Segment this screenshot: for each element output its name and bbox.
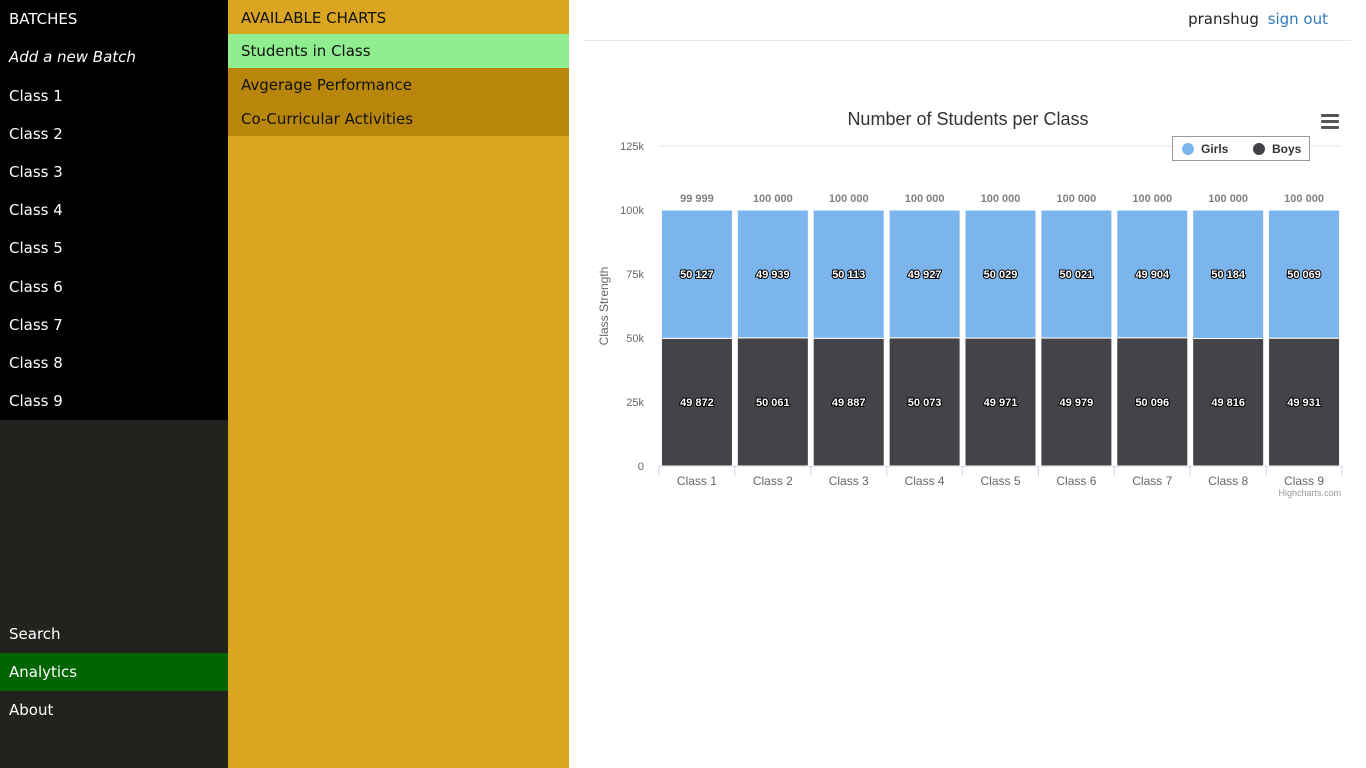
sidebar-item-class-5[interactable]: Class 5 (0, 229, 228, 267)
x-tick-label: Class 8 (1208, 474, 1248, 488)
legend-marker-girls (1182, 143, 1194, 155)
stack-total-4: 100 000 (905, 193, 945, 205)
chart-option-0[interactable]: Students in Class (228, 34, 569, 68)
y-tick-label: 0 (638, 461, 644, 473)
y-tick-label: 75k (626, 269, 644, 281)
stack-total-9: 100 000 (1284, 193, 1324, 205)
data-label-boys-7: 50 096 (1135, 397, 1169, 409)
data-label-boys-5: 49 971 (984, 397, 1018, 409)
sidebar-item-about[interactable]: About (0, 691, 228, 729)
data-label-boys-1: 49 872 (680, 397, 714, 409)
sidebar-item-class-3[interactable]: Class 3 (0, 153, 228, 191)
data-label-girls-1: 50 127 (680, 269, 714, 281)
data-label-girls-2: 49 939 (756, 269, 790, 281)
chart-menu-header: AVAILABLE CHARTS (241, 9, 387, 27)
x-tick-label: Class 1 (677, 474, 717, 488)
y-tick-label: 125k (620, 141, 644, 153)
data-label-boys-4: 50 073 (908, 397, 942, 409)
sidebar: BATCHES Add a new Batch Class 1 Class 2 Clas… (0, 0, 228, 768)
chart-menu: AVAILABLE CHARTS Students in Class Avgera… (228, 0, 569, 768)
sidebar-item-class-6[interactable]: Class 6 (0, 268, 228, 306)
add-batch-link[interactable]: Add a new Batch (0, 38, 228, 76)
data-label-girls-5: 50 029 (984, 269, 1018, 281)
y-axis-label: Class Strength (597, 267, 611, 346)
data-label-girls-6: 50 021 (1060, 269, 1094, 281)
batches-panel: BATCHES Add a new Batch Class 1 Class 2 Clas… (0, 0, 228, 420)
highcharts-credits: Highcharts.com (1278, 488, 1341, 498)
sidebar-item-search[interactable]: Search (0, 615, 228, 653)
x-tick-label: Class 5 (980, 474, 1020, 488)
y-tick-label: 25k (626, 397, 644, 409)
sidebar-item-class-7[interactable]: Class 7 (0, 306, 228, 344)
chart-option-1[interactable]: Avgerage Performance (228, 68, 569, 102)
legend-item-girls: Girls (1201, 142, 1229, 156)
sidebar-item-class-1[interactable]: Class 1 (0, 77, 228, 115)
data-label-girls-8: 50 184 (1211, 269, 1246, 281)
data-label-boys-3: 49 887 (832, 397, 866, 409)
y-tick-label: 100k (620, 205, 644, 217)
x-tick-label: Class 6 (1056, 474, 1096, 488)
stack-total-8: 100 000 (1208, 193, 1248, 205)
stack-total-3: 100 000 (829, 193, 869, 205)
students-per-class-chart: Number of Students per Class 0 25k 50k 75k 10… (597, 109, 1343, 498)
stack-total-6: 100 000 (1057, 193, 1097, 205)
batches-header: BATCHES (9, 10, 78, 28)
data-label-girls-3: 50 113 (832, 269, 865, 281)
data-label-boys-2: 50 061 (756, 397, 790, 409)
x-tick-label: Class 4 (905, 474, 945, 488)
data-label-girls-9: 50 069 (1287, 269, 1321, 281)
data-label-girls-4: 49 927 (908, 269, 942, 281)
data-label-boys-8: 49 816 (1211, 397, 1245, 409)
legend-marker-boys (1253, 143, 1265, 155)
y-tick-label: 50k (626, 333, 644, 345)
sidebar-item-class-9[interactable]: Class 9 (0, 382, 228, 420)
x-tick-label: Class 9 (1284, 474, 1324, 488)
x-tick-label: Class 3 (829, 474, 869, 488)
username: pranshug (1188, 10, 1259, 28)
sidebar-item-class-2[interactable]: Class 2 (0, 115, 228, 153)
x-tick-label: Class 2 (753, 474, 793, 488)
data-label-boys-6: 49 979 (1060, 397, 1094, 409)
sidebar-item-class-8[interactable]: Class 8 (0, 344, 228, 382)
stack-total-7: 100 000 (1132, 193, 1172, 205)
stack-total-5: 100 000 (981, 193, 1021, 205)
sidebar-item-class-4[interactable]: Class 4 (0, 191, 228, 229)
data-label-girls-7: 49 904 (1135, 269, 1170, 281)
legend-item-boys: Boys (1272, 142, 1302, 156)
stack-total-2: 100 000 (753, 193, 793, 205)
x-tick-label: Class 7 (1132, 474, 1172, 488)
stack-total-1: 99 999 (680, 193, 714, 205)
sidebar-item-analytics[interactable]: Analytics (0, 653, 228, 691)
sign-out-link[interactable]: sign out (1268, 10, 1328, 28)
user-area: pranshug sign out (1188, 10, 1328, 28)
data-label-boys-9: 49 931 (1287, 397, 1321, 409)
chart-option-2[interactable]: Co-Curricular Activities (228, 102, 569, 136)
top-bar: pranshug sign out (583, 0, 1351, 41)
chart-title: Number of Students per Class (847, 109, 1088, 129)
